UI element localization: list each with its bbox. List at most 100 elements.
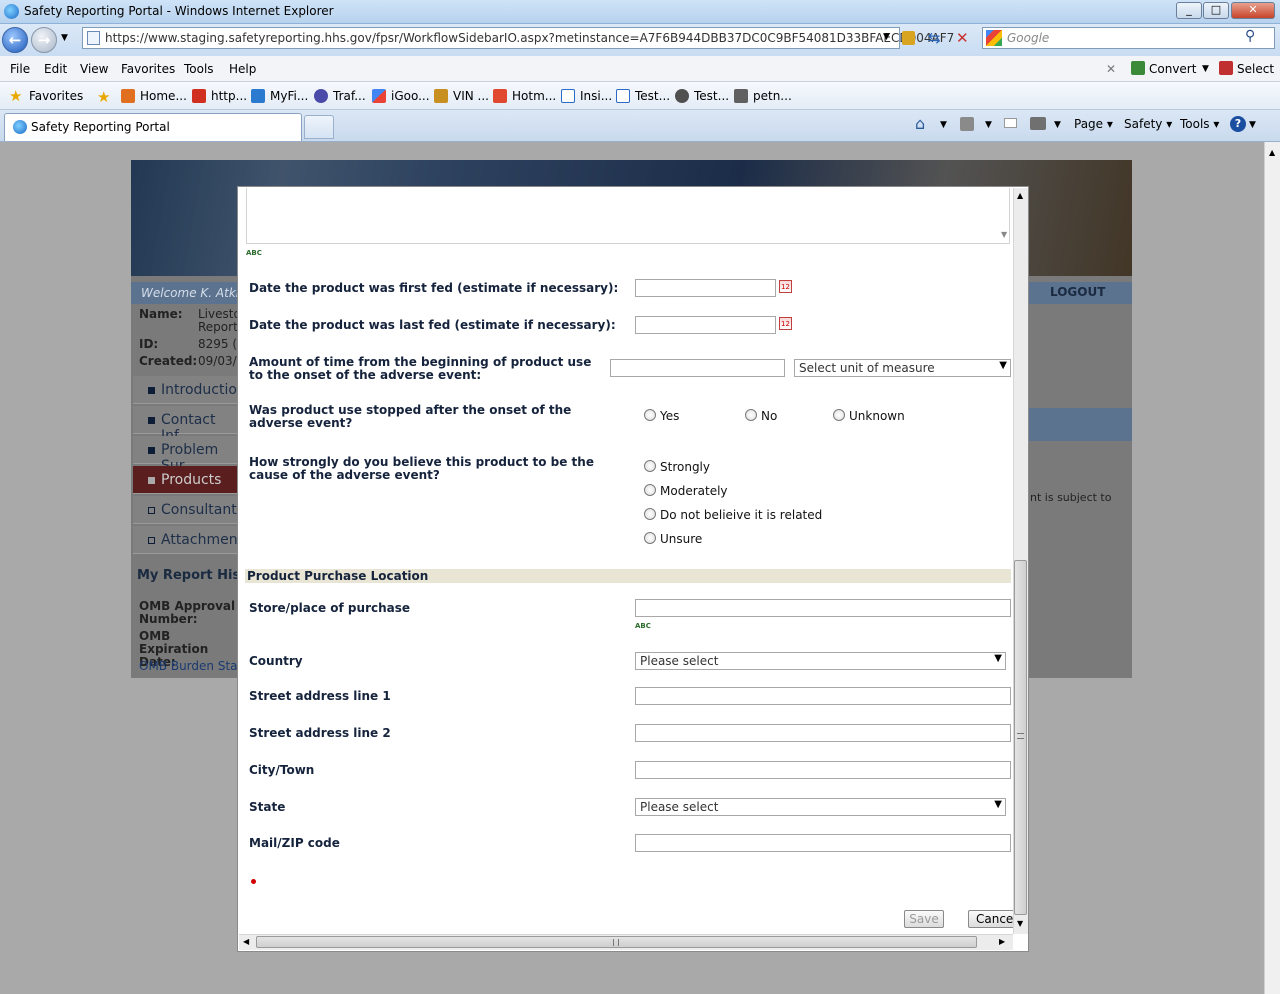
help-dropdown-icon[interactable]: ▼ (1249, 120, 1256, 130)
nav-attachments[interactable]: Attachment (133, 526, 243, 554)
select-button[interactable]: Select (1237, 62, 1274, 76)
stop-icon[interactable]: ✕ (956, 29, 969, 47)
fav-link-6[interactable]: VIN ... (453, 89, 489, 103)
tab-safety-reporting-portal[interactable]: Safety Reporting Portal (4, 113, 302, 141)
modal-vertical-scroll-thumb[interactable] (1014, 560, 1027, 915)
modal-horizontal-scroll-thumb[interactable] (256, 936, 977, 948)
zip-input[interactable] (635, 834, 1011, 852)
first-fed-date-input[interactable] (635, 279, 776, 297)
search-input[interactable]: Google ⚲ (982, 27, 1275, 49)
amount-time-label: Amount of time from the beginning of pro… (249, 355, 592, 382)
last-fed-date-input[interactable] (635, 316, 776, 334)
nav-problem-summary[interactable]: Problem Sur (133, 436, 237, 474)
nav-products[interactable]: Products (133, 466, 237, 494)
nav-contact-info[interactable]: Contact Inf (133, 406, 237, 444)
menu-tools[interactable]: Tools (184, 62, 214, 76)
refresh-icon[interactable]: ⇆ (928, 29, 941, 47)
cause-moderately-radio[interactable] (644, 484, 656, 496)
url-dropdown-icon[interactable]: ▼ (883, 32, 890, 42)
first-fed-calendar-icon[interactable]: 12 (779, 280, 792, 293)
lock-icon[interactable] (902, 31, 915, 45)
store-spellcheck-icon[interactable]: ABC (635, 622, 651, 630)
store-input[interactable] (635, 599, 1011, 617)
menu-edit[interactable]: Edit (44, 62, 67, 76)
fav-link-7[interactable]: Hotm... (512, 89, 556, 103)
home-icon[interactable]: ⌂ (915, 114, 925, 133)
feeds-dropdown-icon[interactable]: ▼ (985, 120, 992, 130)
fav-link-4[interactable]: Traf... (333, 89, 366, 103)
add-favorite-icon[interactable]: ★ (97, 88, 110, 106)
cause-not-related-radio[interactable] (644, 508, 656, 520)
tools-menu[interactable]: Tools ▾ (1180, 117, 1219, 131)
unit-of-measure-select[interactable]: Select unit of measure ▼ (794, 359, 1011, 377)
fav-link-10[interactable]: Test... (694, 89, 729, 103)
modal-scroll-right-icon[interactable]: ▶ (999, 937, 1005, 946)
close-toolbar-icon[interactable]: ✕ (1106, 62, 1116, 76)
new-tab-button[interactable] (304, 115, 334, 139)
modal-scroll-left-icon[interactable]: ◀ (243, 937, 249, 946)
url-input[interactable]: https://www.staging.safetyreporting.hhs.… (82, 27, 954, 49)
cause-strongly-radio[interactable] (644, 460, 656, 472)
street2-input[interactable] (635, 724, 1011, 742)
modal-scroll-down-icon[interactable]: ▼ (1017, 919, 1023, 928)
safety-menu[interactable]: Safety ▾ (1124, 117, 1172, 131)
menu-help[interactable]: Help (229, 62, 256, 76)
modal-scroll-up-icon[interactable]: ▲ (1017, 191, 1023, 200)
country-label: Country (249, 654, 303, 668)
menu-view[interactable]: View (80, 62, 108, 76)
omb-burden-link[interactable]: OMB Burden Stat (139, 659, 242, 673)
convert-button[interactable]: Convert (1149, 62, 1196, 76)
cancel-button[interactable]: Cance (968, 910, 1014, 928)
logout-link[interactable]: LOGOUT (1050, 285, 1105, 299)
home-dropdown-icon[interactable]: ▼ (940, 120, 947, 130)
description-textarea[interactable]: ▼ (246, 188, 1010, 244)
fav-link-11[interactable]: petn... (753, 89, 792, 103)
convert-dropdown-icon[interactable]: ▼ (1202, 64, 1209, 74)
maximize-button[interactable]: □ (1203, 2, 1229, 19)
fav-link-3[interactable]: MyFi... (270, 89, 308, 103)
minimize-button[interactable]: _ (1176, 2, 1202, 19)
fav-link-5[interactable]: iGoo... (391, 89, 430, 103)
city-label: City/Town (249, 763, 315, 777)
cause-strength-label: How strongly do you believe this product… (249, 455, 594, 482)
print-icon[interactable] (1030, 117, 1046, 130)
recent-pages-dropdown-icon[interactable]: ▼ (61, 33, 68, 43)
search-icon[interactable]: ⚲ (1245, 28, 1255, 44)
save-button[interactable]: Save (904, 910, 944, 928)
last-fed-calendar-icon[interactable]: 12 (779, 317, 792, 330)
help-icon[interactable]: ? (1230, 116, 1246, 132)
cause-unsure-radio[interactable] (644, 532, 656, 544)
stopped-no-radio[interactable] (745, 409, 757, 421)
mail-icon[interactable] (1004, 118, 1017, 128)
nav-consultant[interactable]: Consultant (133, 496, 237, 524)
menu-file[interactable]: File (10, 62, 30, 76)
nav-bullet-icon (148, 387, 155, 394)
stopped-unknown-radio[interactable] (833, 409, 845, 421)
fav-link-2[interactable]: http... (211, 89, 247, 103)
fav-link-1[interactable]: Home... (140, 89, 187, 103)
textarea-scroll-down-icon[interactable]: ▼ (1001, 230, 1007, 239)
street1-input[interactable] (635, 687, 1011, 705)
state-select[interactable]: Please select ▼ (635, 798, 1006, 816)
page-menu[interactable]: Page ▾ (1074, 117, 1113, 131)
menu-favorites[interactable]: Favorites (121, 62, 175, 76)
favorites-button[interactable]: Favorites (29, 89, 83, 103)
page-icon (87, 31, 100, 45)
spellcheck-icon[interactable]: ABC (246, 249, 262, 257)
city-input[interactable] (635, 761, 1011, 779)
fav-link-9[interactable]: Test... (635, 89, 670, 103)
country-select[interactable]: Please select ▼ (635, 652, 1006, 670)
nav-introduction[interactable]: Introduction (133, 376, 246, 404)
search-placeholder: Google (1007, 31, 1050, 45)
amount-time-input[interactable] (610, 359, 785, 377)
ie-icon (4, 4, 19, 19)
back-button[interactable]: ← (2, 27, 28, 53)
feeds-icon[interactable] (960, 117, 974, 131)
fav-link-8[interactable]: Insi... (580, 89, 612, 103)
print-dropdown-icon[interactable]: ▼ (1054, 120, 1061, 130)
close-window-button[interactable]: ✕ (1231, 2, 1275, 19)
forward-button[interactable]: → (31, 27, 57, 53)
page-vertical-scrollbar[interactable]: ▲ (1264, 142, 1280, 994)
scroll-up-arrow-icon[interactable]: ▲ (1269, 148, 1275, 157)
stopped-yes-radio[interactable] (644, 409, 656, 421)
